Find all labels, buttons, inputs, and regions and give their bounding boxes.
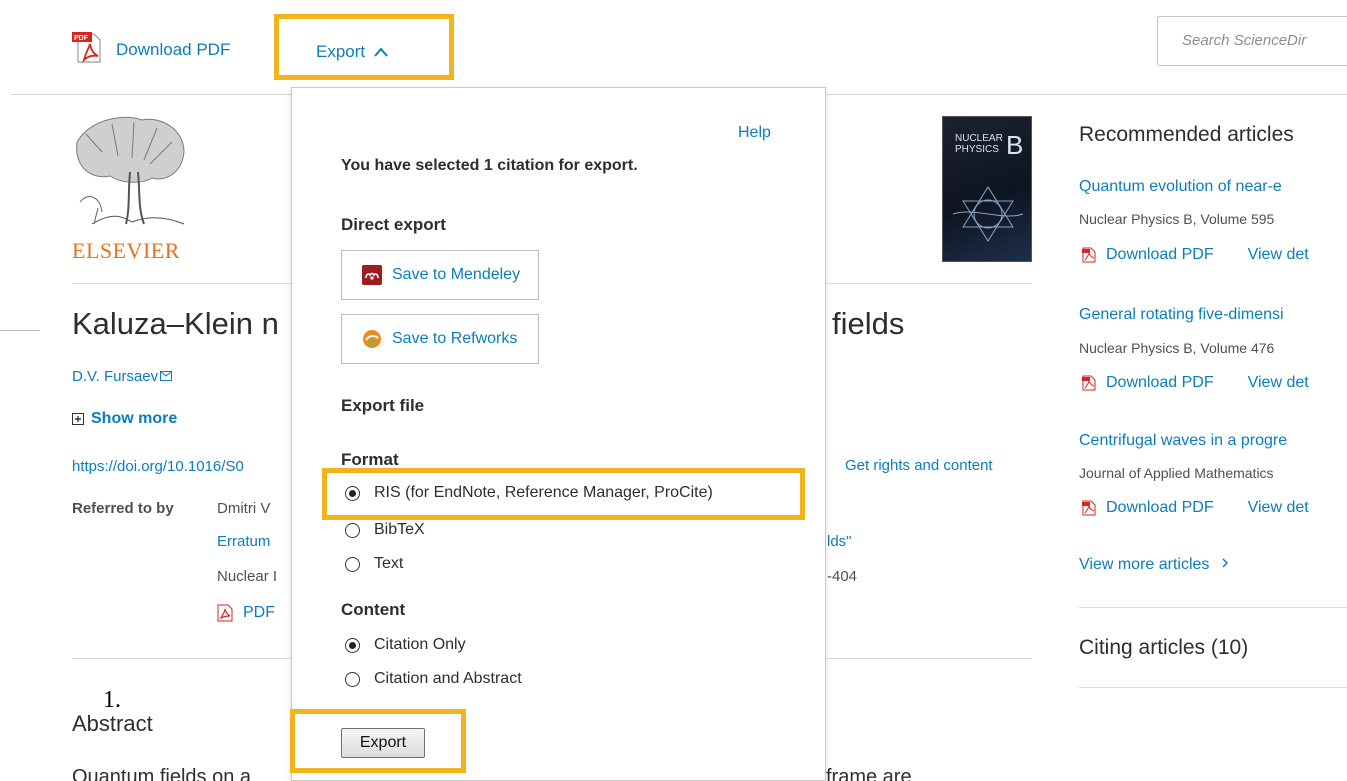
erratum-link-tail[interactable]: lds" [827,533,852,550]
abstract-text-end: frame are [826,766,912,781]
elsevier-wordmark: ELSEVIER [72,238,180,263]
recommended-meta-3: Journal of Applied Mathematics [1079,465,1274,481]
recommended-actions-2: Download PDF View det [1082,374,1309,392]
format-heading: Format [341,450,399,469]
annotation-number: 1. [103,687,121,713]
elsevier-tree-logo [72,112,190,258]
abstract-text: Quantum fields on a [72,766,251,781]
plus-box-icon [72,413,84,425]
save-to-mendeley-button[interactable]: Save to Mendeley [341,250,539,300]
recommended-title-1[interactable]: Quantum evolution of near-e [1079,178,1282,196]
download-pdf-link[interactable]: PDF Download PDF [72,30,230,69]
referred-pdf-link[interactable]: PDF [217,604,275,622]
sidebar-divider [1079,607,1347,608]
format-option-label: BibTeX [374,521,425,538]
format-option-bibtex[interactable]: BibTeX [345,521,425,539]
highlight-export-button [290,709,466,773]
pdf-icon [1082,247,1096,263]
recommended-view-3[interactable]: View det [1248,499,1309,517]
view-more-articles-link[interactable]: View more articles [1079,556,1230,574]
referred-author: Dmitri V [217,500,271,517]
direct-export-heading: Direct export [341,215,446,234]
format-option-text[interactable]: Text [345,555,403,573]
referred-journal: Nuclear I [217,568,278,585]
format-option-label: Text [374,555,404,572]
article-title: Kaluza–Klein n [72,306,279,341]
journal-cover-title: NUCLEAR PHYSICS [955,133,1003,155]
recommended-download-3[interactable]: Download PDF [1106,499,1214,517]
sidebar-divider-2 [1079,687,1347,688]
recommended-meta-2: Nuclear Physics B, Volume 476 [1079,340,1275,356]
view-more-label: View more articles [1079,556,1210,573]
refworks-icon [363,330,381,348]
author-link[interactable]: D.V. Fursaev [72,368,173,385]
article-title-end: fields [832,306,905,341]
recommended-view-2[interactable]: View det [1248,374,1309,392]
content-option-citation-abstract[interactable]: Citation and Abstract [345,670,522,688]
recommended-download-2[interactable]: Download PDF [1106,374,1214,392]
mendeley-icon [362,265,382,285]
help-link[interactable]: Help [738,124,771,142]
author-name: D.V. Fursaev [72,368,159,385]
recommended-title-2[interactable]: General rotating five-dimensi [1079,306,1284,324]
search-placeholder: Search ScienceDir [1182,32,1307,49]
radio-selected[interactable] [345,637,360,653]
pdf-icon [1082,375,1096,391]
recommended-download-1[interactable]: Download PDF [1106,246,1214,264]
doi-link[interactable]: https://doi.org/10.1016/S0 [72,458,244,475]
citing-articles-toggle[interactable]: Citing articles (10) [1079,636,1248,660]
content-option-label: Citation Only [374,636,466,653]
selection-summary: You have selected 1 citation for export. [341,157,638,174]
highlight-ris-option [322,468,805,520]
mendeley-label: Save to Mendeley [392,266,521,283]
download-pdf-label: Download PDF [116,39,231,59]
show-more-label: Show more [91,410,178,427]
recommended-actions-3: Download PDF View det [1082,499,1309,517]
journal-cover-letter: B [1006,130,1024,160]
margin-tick [0,330,40,331]
content-option-label: Citation and Abstract [374,670,522,687]
recommended-meta-1: Nuclear Physics B, Volume 595 [1079,211,1275,227]
referred-to-label: Referred to by [72,500,174,517]
save-to-refworks-button[interactable]: Save to Refworks [341,314,539,364]
pdf-icon [217,604,233,622]
show-more-toggle[interactable]: Show more [72,410,177,428]
recommended-heading: Recommended articles [1079,123,1294,146]
abstract-heading: Abstract [72,711,153,736]
content-heading: Content [341,600,406,619]
pdf-icon [1082,500,1096,516]
radio-unselected[interactable] [345,556,360,572]
cover-title-line2: PHYSICS [955,144,999,155]
content-option-citation-only[interactable]: Citation Only [345,636,466,654]
svg-text:PDF: PDF [74,35,89,42]
chevron-right-icon [1222,558,1228,568]
cover-title-line1: NUCLEAR [955,133,1003,144]
envelope-icon [160,371,173,381]
recommended-actions-1: Download PDF View det [1082,246,1309,264]
get-rights-link[interactable]: Get rights and content [845,457,993,474]
referred-pages: -404 [827,568,858,585]
pdf-label: PDF [243,604,275,621]
radio-unselected[interactable] [345,671,360,687]
recommended-view-1[interactable]: View det [1248,246,1309,264]
radio-unselected[interactable] [345,522,360,538]
pdf-icon: PDF [72,30,104,69]
erratum-link[interactable]: Erratum [217,533,270,550]
highlight-export-toggle [274,14,454,80]
export-file-heading: Export file [341,396,425,415]
refworks-label: Save to Refworks [392,330,518,347]
recommended-title-3[interactable]: Centrifugal waves in a progre [1079,432,1287,450]
